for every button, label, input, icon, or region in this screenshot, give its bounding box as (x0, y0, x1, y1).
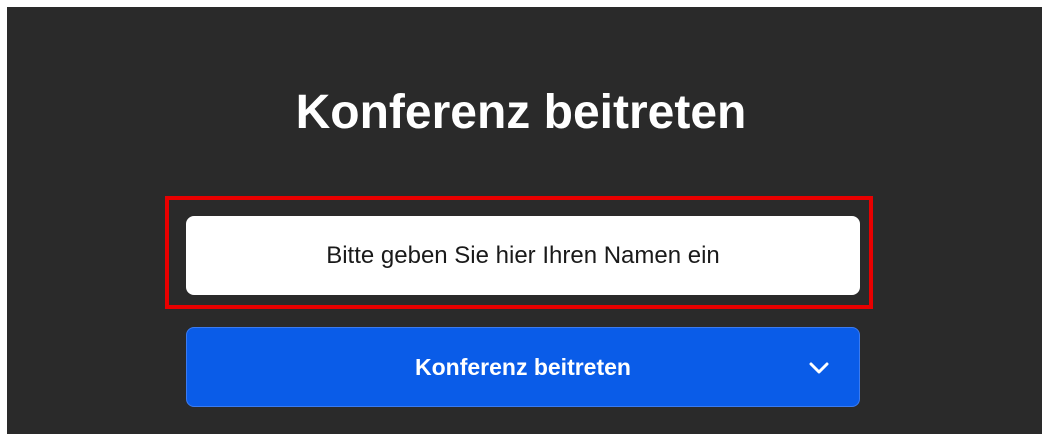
name-input[interactable] (186, 216, 860, 295)
join-meeting-button[interactable]: Konferenz beitreten (186, 327, 860, 407)
join-button-label: Konferenz beitreten (415, 353, 631, 380)
chevron-down-icon[interactable] (809, 358, 829, 378)
page-title: Konferenz beitreten (295, 86, 747, 139)
